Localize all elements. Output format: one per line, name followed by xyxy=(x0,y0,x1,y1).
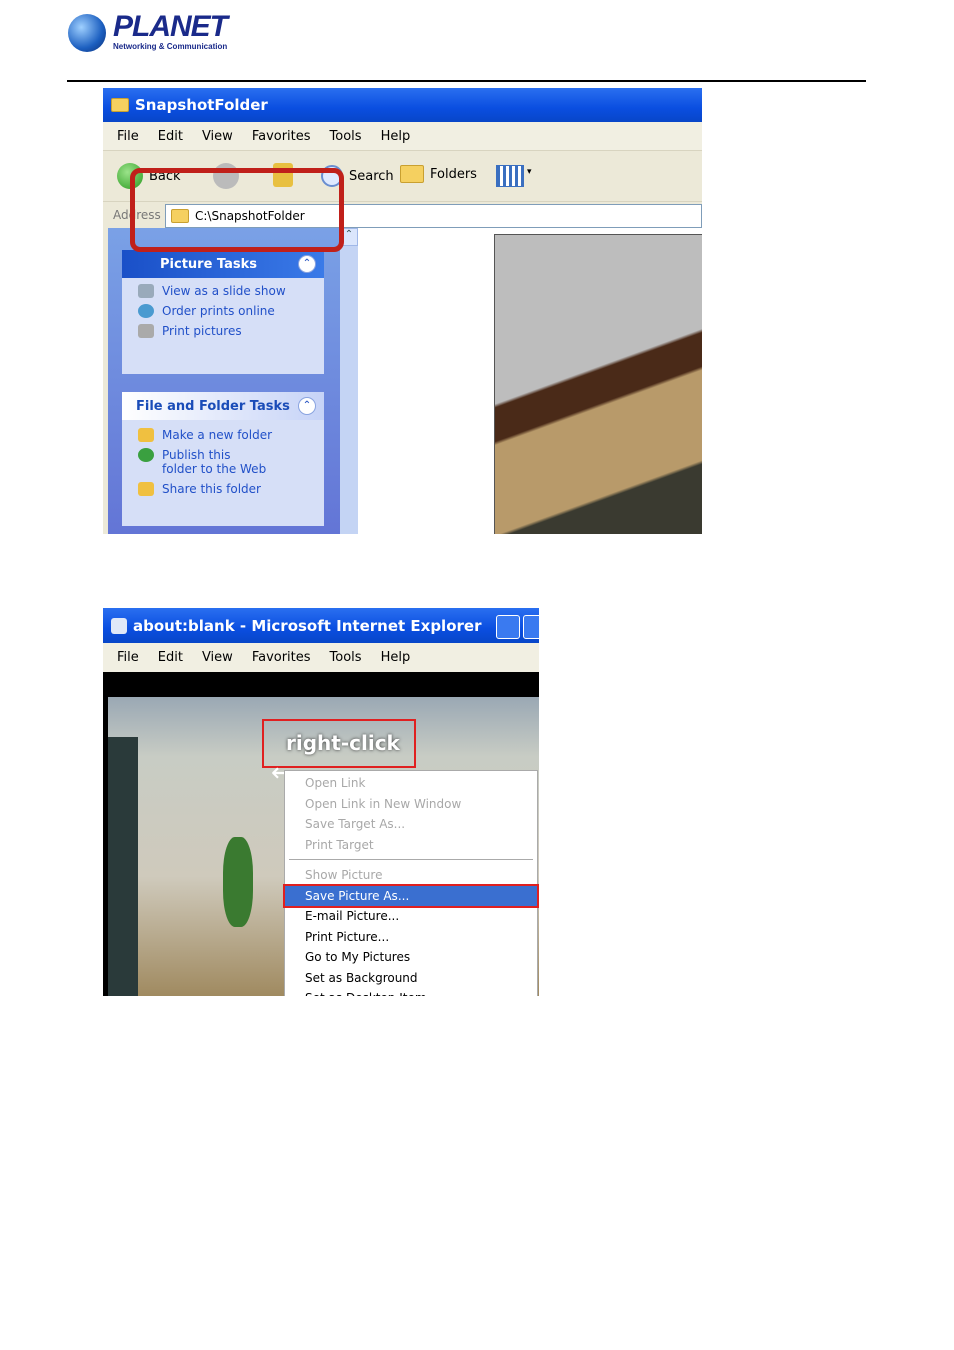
globe-icon xyxy=(138,304,154,318)
folders-icon xyxy=(400,165,424,183)
planet-tagline: Networking & Communication xyxy=(113,42,228,51)
scrollbar[interactable]: ⌃ xyxy=(340,228,358,534)
menu-open-link-new-window: Open Link in New Window xyxy=(305,796,462,811)
menu-set-as-background[interactable]: Set as Background xyxy=(285,968,537,989)
menu-save-target-as: Save Target As... xyxy=(305,817,406,831)
views-dropdown-icon[interactable]: ▾ xyxy=(527,167,532,177)
menu-tools[interactable]: Tools xyxy=(330,129,362,144)
share-folder-icon xyxy=(138,482,154,496)
menu-view[interactable]: View xyxy=(202,650,233,665)
ie-titlebar: about:blank - Microsoft Internet Explore… xyxy=(103,608,539,643)
file-folder-tasks-box: File and Folder Tasks ⌃ Make a new folde… xyxy=(122,392,324,526)
new-folder-icon xyxy=(138,428,154,442)
task-share-folder[interactable]: Share this folder xyxy=(138,482,324,496)
menu-open-link: Open Link xyxy=(305,776,366,790)
menu-set-as-desktop-item[interactable]: Set as Desktop Item... xyxy=(285,988,537,996)
menu-file[interactable]: File xyxy=(117,129,139,144)
collapse-icon[interactable]: ⌃ xyxy=(298,397,316,415)
menu-file[interactable]: File xyxy=(117,650,139,665)
picture-tasks-box: Picture Tasks ⌃ View as a slide show Ord… xyxy=(122,250,324,374)
collapse-icon[interactable]: ⌃ xyxy=(298,255,316,273)
menu-go-to-my-pictures[interactable]: Go to My Pictures xyxy=(285,947,537,968)
task-order-prints[interactable]: Order prints online xyxy=(138,304,324,318)
menu-favorites[interactable]: Favorites xyxy=(252,129,311,144)
header-rule xyxy=(67,80,866,82)
highlight-address xyxy=(130,168,344,252)
window-title: about:blank - Microsoft Internet Explore… xyxy=(133,616,482,635)
menu-tools[interactable]: Tools xyxy=(330,650,362,665)
menu-email-picture[interactable]: E-mail Picture... xyxy=(285,906,537,927)
task-slide-show[interactable]: View as a slide show xyxy=(138,284,324,298)
image-door xyxy=(108,737,138,996)
task-print-pictures[interactable]: Print pictures xyxy=(138,324,324,338)
publish-web-icon xyxy=(138,448,154,462)
menu-help[interactable]: Help xyxy=(381,129,411,144)
task-pane: Picture Tasks ⌃ View as a slide show Ord… xyxy=(108,228,340,534)
window-title: SnapshotFolder xyxy=(135,96,268,114)
planet-logo-globe xyxy=(68,14,106,52)
menu-bar: File Edit View Favorites Tools Help xyxy=(103,122,702,150)
task-publish-web[interactable]: Publish this folder to the Web xyxy=(138,448,268,476)
printer-icon xyxy=(138,324,154,338)
explorer-titlebar: SnapshotFolder xyxy=(103,88,702,122)
views-icon[interactable] xyxy=(496,165,524,187)
folder-icon xyxy=(111,98,129,112)
menu-save-picture-as[interactable]: Save Picture As... xyxy=(283,883,539,908)
image-plant xyxy=(223,837,253,927)
minimize-button[interactable] xyxy=(496,615,520,639)
folders-button[interactable]: Folders xyxy=(400,165,477,183)
context-menu: Open Link Open Link in New Window Save T… xyxy=(283,770,539,996)
menu-bar: File Edit View Favorites Tools Help xyxy=(103,643,539,672)
slideshow-icon xyxy=(138,284,154,298)
menu-edit[interactable]: Edit xyxy=(158,129,183,144)
task-new-folder[interactable]: Make a new folder xyxy=(138,428,324,442)
picture-tasks-header[interactable]: Picture Tasks ⌃ xyxy=(122,250,324,278)
menu-show-picture: Show Picture xyxy=(305,868,383,882)
menu-print-target: Print Target xyxy=(305,837,374,852)
planet-logo: PLANET xyxy=(113,10,228,43)
snapshot-thumbnail[interactable] xyxy=(494,234,702,534)
menu-edit[interactable]: Edit xyxy=(158,650,183,665)
ie-window: about:blank - Microsoft Internet Explore… xyxy=(103,608,539,996)
menu-view[interactable]: View xyxy=(202,129,233,144)
menu-favorites[interactable]: Favorites xyxy=(252,650,311,665)
menu-print-picture[interactable]: Print Picture... xyxy=(285,927,537,948)
menu-help[interactable]: Help xyxy=(381,650,411,665)
ie-icon xyxy=(111,617,127,634)
explorer-window: SnapshotFolder File Edit View Favorites … xyxy=(103,88,702,534)
menu-separator xyxy=(289,859,533,860)
maximize-button[interactable] xyxy=(523,615,539,639)
file-folder-tasks-header[interactable]: File and Folder Tasks ⌃ xyxy=(122,392,324,420)
